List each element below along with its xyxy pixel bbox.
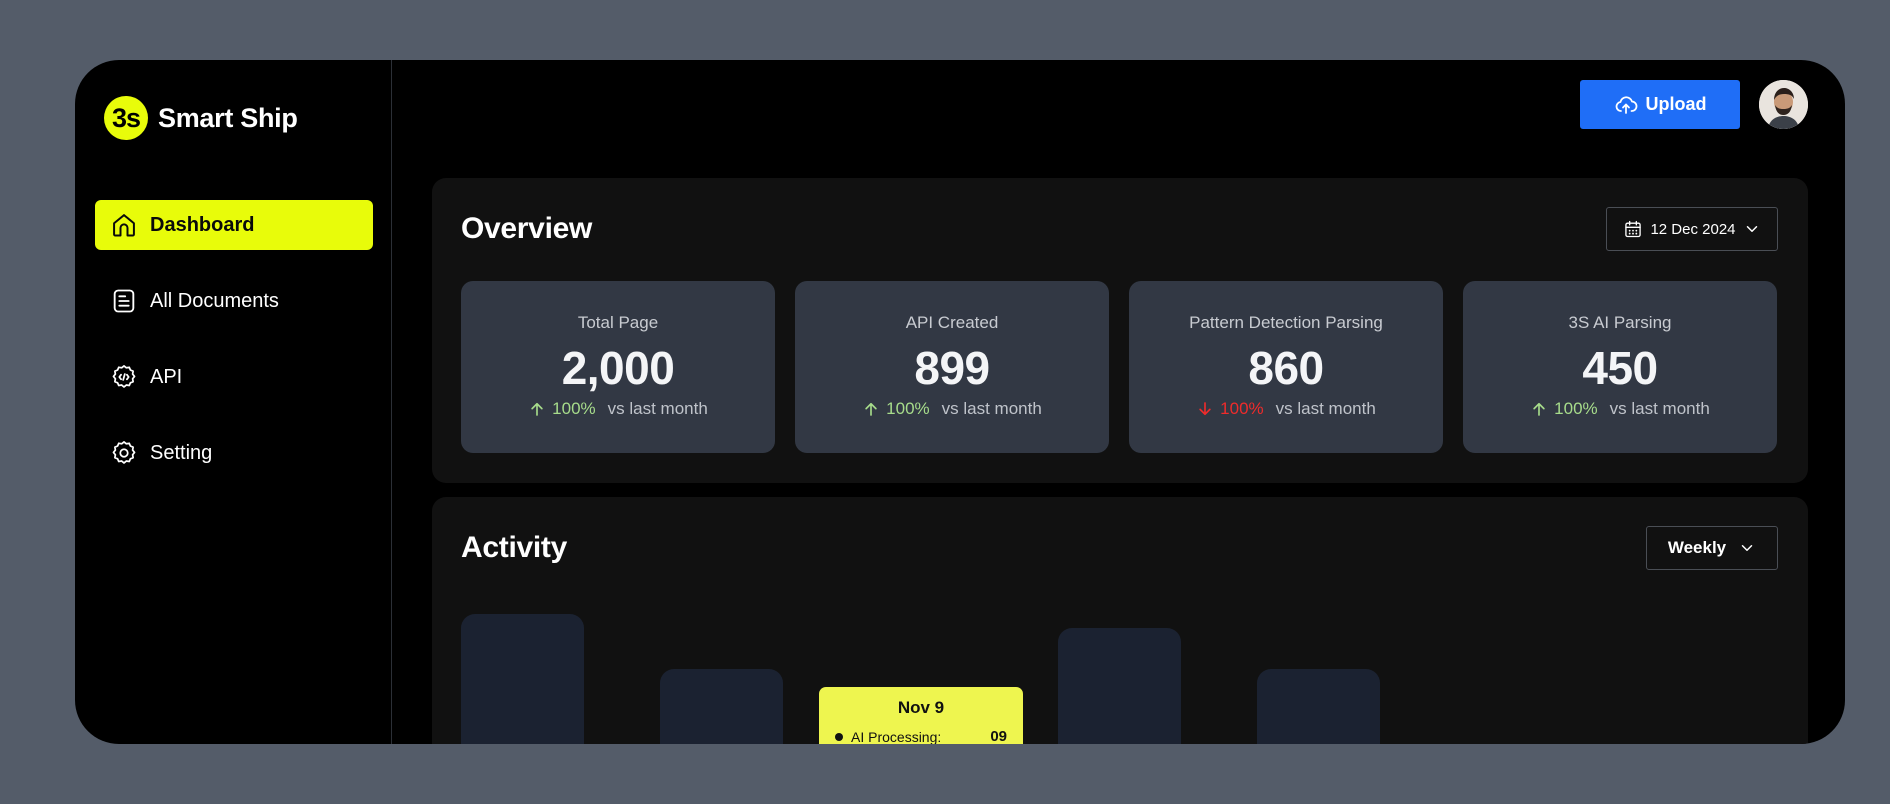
document-icon	[113, 289, 135, 313]
app-window: 3s Smart Ship Dashboard All Documents AP…	[75, 60, 1845, 744]
stat-card-label: 3S AI Parsing	[1568, 313, 1672, 332]
settings-gear-icon	[112, 441, 136, 464]
stat-card-api-created: API Created 899 100% vs last month	[795, 281, 1109, 453]
calendar-icon	[1625, 220, 1642, 238]
stat-card-value: 450	[1582, 342, 1658, 394]
chart-tooltip: Nov 9 AI Processing: 09	[819, 687, 1023, 744]
activity-bar[interactable]	[1058, 628, 1181, 744]
logo-mark: 3s	[104, 96, 148, 140]
stat-change-comparison: vs last month	[941, 399, 1042, 418]
legend-dot	[835, 732, 843, 741]
sidebar-item-label: API	[150, 365, 183, 388]
sidebar-item-label: All Documents	[150, 289, 279, 312]
stat-cards: Total Page 2,000 100% vs last month API …	[461, 281, 1777, 453]
stat-change-percent: 100%	[552, 399, 596, 418]
stat-card-label: API Created	[905, 313, 999, 332]
stat-card-total-page: Total Page 2,000 100% vs last month	[461, 281, 775, 453]
stat-card-value: 2,000	[561, 342, 675, 394]
overview-panel: Overview 12 Dec 2024 Total Page 2,000 10…	[432, 178, 1808, 483]
brand-logo[interactable]: 3s Smart Ship	[104, 96, 298, 140]
stat-change-comparison: vs last month	[1275, 399, 1376, 418]
stat-card-pattern-detection: Pattern Detection Parsing 860 100% vs la…	[1129, 281, 1443, 453]
activity-bar[interactable]	[660, 669, 783, 744]
user-avatar-image	[1759, 80, 1808, 129]
arrow-up-icon	[531, 402, 543, 416]
activity-bar[interactable]	[1257, 669, 1380, 744]
home-icon	[113, 214, 135, 237]
sidebar-item-api[interactable]: API	[95, 352, 373, 402]
stat-card-label: Pattern Detection Parsing	[1189, 313, 1383, 332]
sidebar-item-setting[interactable]: Setting	[95, 428, 373, 478]
stat-card-change: 100% vs last month	[1129, 399, 1443, 419]
stat-change-percent: 100%	[1220, 399, 1264, 418]
tooltip-date: Nov 9	[897, 698, 945, 717]
stat-card-value: 899	[914, 342, 990, 394]
api-gear-icon	[112, 365, 136, 388]
sidebar-nav: Dashboard All Documents API Setting	[95, 200, 373, 504]
arrow-down-icon	[1199, 402, 1211, 416]
stat-change-comparison: vs last month	[1609, 399, 1710, 418]
date-picker[interactable]: 12 Dec 2024	[1606, 207, 1778, 251]
arrow-up-icon	[865, 402, 877, 416]
sidebar: 3s Smart Ship Dashboard All Documents AP…	[75, 60, 392, 744]
tooltip-row-label: AI Processing:	[851, 728, 942, 745]
upload-button[interactable]: Upload	[1580, 80, 1740, 129]
activity-chart: Nov 9 AI Processing: 09	[432, 497, 1808, 744]
tooltip-row: AI Processing: 09	[835, 728, 1007, 744]
upload-label: Upload	[1645, 94, 1707, 114]
arrow-up-icon	[1533, 402, 1545, 416]
activity-panel: Activity Weekly Nov 9 AI Processing: 09	[432, 497, 1808, 744]
stat-card-change: 100% vs last month	[461, 399, 775, 419]
avatar[interactable]	[1759, 80, 1808, 129]
stat-card-3s-ai-parsing: 3S AI Parsing 450 100% vs last month	[1463, 281, 1777, 453]
sidebar-item-label: Setting	[150, 441, 213, 464]
sidebar-item-label: Dashboard	[150, 213, 255, 236]
chevron-down-icon	[1746, 226, 1757, 232]
overview-title: Overview	[461, 212, 593, 245]
stat-card-value: 860	[1248, 342, 1324, 394]
stat-change-percent: 100%	[1554, 399, 1598, 418]
date-label: 12 Dec 2024	[1650, 220, 1736, 238]
stat-change-percent: 100%	[886, 399, 930, 418]
sidebar-item-all-documents[interactable]: All Documents	[95, 276, 373, 326]
cloud-upload-icon	[1615, 95, 1637, 114]
stat-card-change: 100% vs last month	[795, 399, 1109, 419]
sidebar-item-dashboard[interactable]: Dashboard	[95, 200, 373, 250]
activity-bar[interactable]	[461, 614, 584, 744]
stat-change-comparison: vs last month	[607, 399, 708, 418]
brand-name: Smart Ship	[158, 102, 298, 133]
stat-card-change: 100% vs last month	[1463, 399, 1777, 419]
tooltip-row-value: 09	[990, 728, 1007, 744]
stat-card-label: Total Page	[577, 313, 659, 332]
